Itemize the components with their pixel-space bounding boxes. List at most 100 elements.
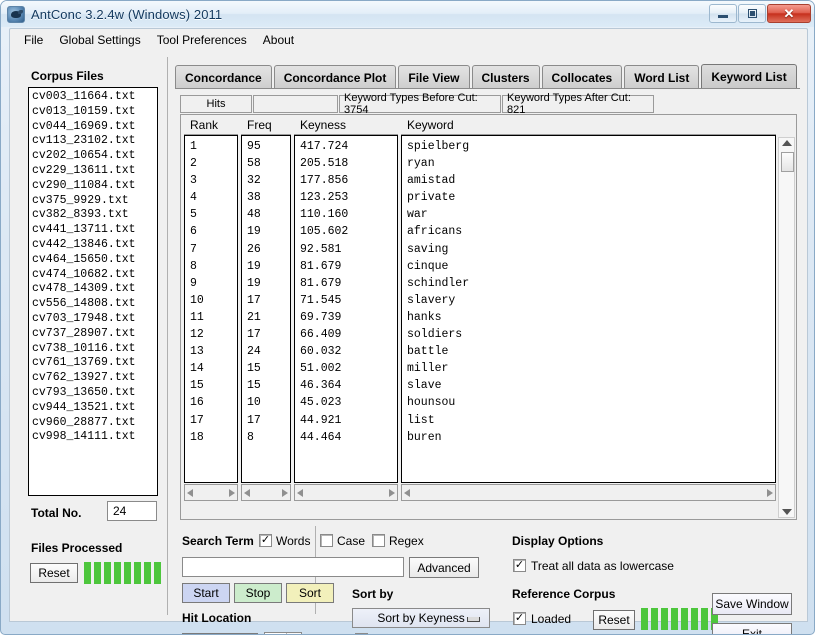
- sort-button[interactable]: Sort: [286, 583, 334, 603]
- list-item[interactable]: cv441_13711.txt: [32, 223, 157, 238]
- menu-item-file[interactable]: File: [16, 31, 51, 49]
- list-item[interactable]: cv382_8393.txt: [32, 208, 157, 223]
- cell-keyness: 105.602: [300, 223, 397, 240]
- list-item[interactable]: cv793_13650.txt: [32, 386, 157, 401]
- hscrollbar-freq[interactable]: [241, 484, 291, 501]
- menu-item-about[interactable]: About: [255, 31, 302, 49]
- list-item[interactable]: cv202_10654.txt: [32, 149, 157, 164]
- scroll-left-icon[interactable]: [244, 489, 250, 497]
- cell-rank: 2: [190, 155, 237, 172]
- start-button[interactable]: Start: [182, 583, 230, 603]
- cell-freq: 38: [247, 189, 290, 206]
- tab-collocates[interactable]: Collocates: [542, 65, 623, 89]
- tab-keyword-list[interactable]: Keyword List: [701, 64, 796, 89]
- cell-freq: 10: [247, 394, 290, 411]
- maximize-button[interactable]: [738, 4, 766, 23]
- list-item[interactable]: cv290_11084.txt: [32, 179, 157, 194]
- cell-rank: 8: [190, 258, 237, 275]
- save-window-button[interactable]: Save Window: [712, 593, 792, 615]
- scroll-up-icon[interactable]: [782, 140, 792, 146]
- lowercase-checkbox[interactable]: ✓: [513, 559, 526, 572]
- scroll-right-icon[interactable]: [767, 489, 773, 497]
- tab-strip: Concordance Concordance Plot File View C…: [175, 64, 800, 89]
- scroll-left-icon[interactable]: [404, 489, 410, 497]
- reset-files-button[interactable]: Reset: [30, 563, 78, 583]
- scroll-right-icon[interactable]: [229, 489, 235, 497]
- menu-item-global-settings[interactable]: Global Settings: [51, 31, 148, 49]
- list-item[interactable]: cv442_13846.txt: [32, 238, 157, 253]
- list-item[interactable]: cv738_10116.txt: [32, 342, 157, 357]
- tab-concordance[interactable]: Concordance: [175, 65, 272, 89]
- case-checkbox[interactable]: [320, 534, 333, 547]
- search-input[interactable]: [183, 558, 403, 576]
- list-item[interactable]: cv998_14111.txt: [32, 430, 157, 445]
- loaded-label: Loaded: [531, 612, 571, 626]
- list-item[interactable]: cv464_15650.txt: [32, 253, 157, 268]
- column-header-keyness[interactable]: Keyness: [294, 115, 398, 135]
- regex-checkbox[interactable]: [372, 534, 385, 547]
- list-item[interactable]: cv375_9929.txt: [32, 194, 157, 209]
- list-item[interactable]: cv044_16969.txt: [32, 120, 157, 135]
- minimize-button[interactable]: [709, 4, 737, 23]
- cell-keyword: spielberg: [407, 138, 775, 155]
- column-header-keyword[interactable]: Keyword: [401, 115, 776, 135]
- dropdown-indicator-icon: [467, 617, 480, 622]
- tab-file-view[interactable]: File View: [398, 65, 469, 89]
- list-item[interactable]: cv556_14808.txt: [32, 297, 157, 312]
- cell-keyness: 44.921: [300, 412, 397, 429]
- list-item[interactable]: cv478_14309.txt: [32, 282, 157, 297]
- list-item[interactable]: cv737_28907.txt: [32, 327, 157, 342]
- list-item[interactable]: cv761_13769.txt: [32, 356, 157, 371]
- column-body-keyword[interactable]: spielberg ryan amistad private war afric…: [401, 135, 776, 483]
- corpus-files-list[interactable]: cv003_11664.txt cv013_10159.txt cv044_16…: [28, 87, 158, 496]
- cell-rank: 7: [190, 241, 237, 258]
- column-body-keyness[interactable]: 417.724 205.518 177.856 123.253 110.160 …: [294, 135, 398, 483]
- column-header-freq[interactable]: Freq: [241, 115, 291, 135]
- scroll-down-icon[interactable]: [782, 509, 792, 515]
- scroll-right-icon[interactable]: [282, 489, 288, 497]
- hscrollbar-keyness[interactable]: [294, 484, 398, 501]
- list-item[interactable]: cv113_23102.txt: [32, 134, 157, 149]
- cell-keyword: hounsou: [407, 394, 775, 411]
- hscrollbar-keyword[interactable]: [401, 484, 776, 501]
- column-keyword: Keyword spielberg ryan amistad private w…: [401, 115, 776, 501]
- stop-button[interactable]: Stop: [234, 583, 282, 603]
- tab-concordance-plot[interactable]: Concordance Plot: [274, 65, 397, 89]
- close-button[interactable]: ✕: [767, 4, 811, 23]
- column-body-freq[interactable]: 95 58 32 38 48 19 26 19 19 17 21 17 24 1…: [241, 135, 291, 483]
- scroll-left-icon[interactable]: [297, 489, 303, 497]
- column-header-rank[interactable]: Rank: [184, 115, 238, 135]
- cell-keyword: amistad: [407, 172, 775, 189]
- menu-item-tool-preferences[interactable]: Tool Preferences: [149, 31, 255, 49]
- list-item[interactable]: cv944_13521.txt: [32, 401, 157, 416]
- reset-reference-corpus-button[interactable]: Reset: [593, 610, 635, 630]
- list-item[interactable]: cv474_10682.txt: [32, 268, 157, 283]
- exit-button[interactable]: Exit: [712, 623, 792, 635]
- hscrollbar-rank[interactable]: [184, 484, 238, 501]
- words-checkbox[interactable]: ✓: [259, 534, 272, 547]
- scrollbar-thumb[interactable]: [781, 152, 794, 172]
- list-item[interactable]: cv229_13611.txt: [32, 164, 157, 179]
- list-item[interactable]: cv003_11664.txt: [32, 90, 157, 105]
- results-vertical-scrollbar[interactable]: [778, 137, 795, 518]
- scroll-left-icon[interactable]: [187, 489, 193, 497]
- list-item[interactable]: cv960_28877.txt: [32, 416, 157, 431]
- scroll-right-icon[interactable]: [389, 489, 395, 497]
- ant-icon: [7, 6, 25, 23]
- tab-clusters[interactable]: Clusters: [472, 65, 540, 89]
- list-item[interactable]: cv703_17948.txt: [32, 312, 157, 327]
- loaded-checkbox[interactable]: ✓: [513, 612, 526, 625]
- search-input-wrapper[interactable]: [182, 557, 404, 577]
- cell-rank: 1: [190, 138, 237, 155]
- column-body-rank[interactable]: 1 2 3 4 5 6 7 8 9 10 11 12 13 14 15 16 1: [184, 135, 238, 483]
- tab-word-list[interactable]: Word List: [624, 65, 699, 89]
- cell-freq: 19: [247, 223, 290, 240]
- list-item[interactable]: cv013_10159.txt: [32, 105, 157, 120]
- list-item[interactable]: cv762_13927.txt: [32, 371, 157, 386]
- advanced-button[interactable]: Advanced: [409, 557, 479, 578]
- files-processed-label: Files Processed: [31, 541, 122, 555]
- results-table: Rank 1 2 3 4 5 6 7 8 9 10 11 12 13 14 15: [180, 114, 797, 520]
- case-label: Case: [337, 534, 365, 548]
- cell-keyword: war: [407, 206, 775, 223]
- sort-by-dropdown[interactable]: Sort by Keyness: [352, 608, 490, 628]
